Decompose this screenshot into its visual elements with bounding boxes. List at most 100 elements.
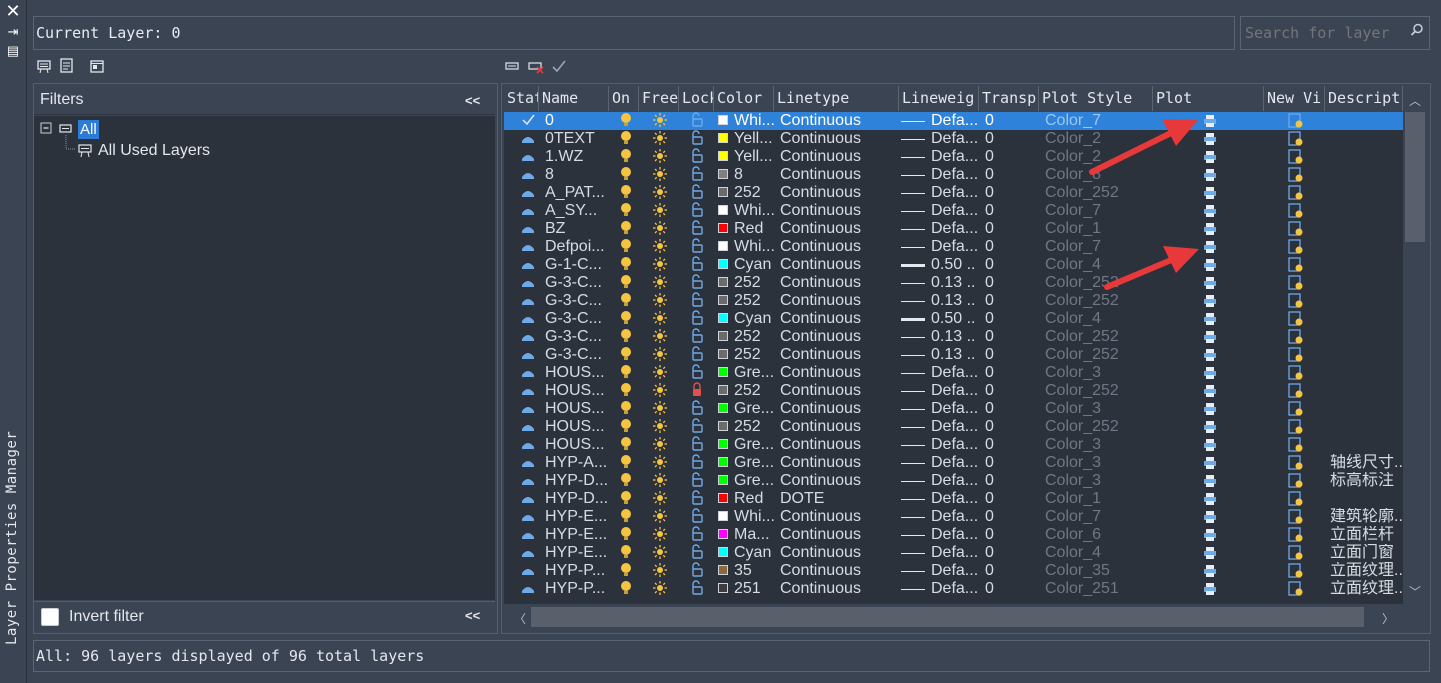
- thaw-sun-icon[interactable]: [652, 580, 668, 601]
- table-row[interactable]: G-3-C... 252 Continuous 0.13 ... 0 Color_252: [504, 292, 1403, 310]
- layer-color-name[interactable]: Gre...: [734, 472, 774, 490]
- layer-linetype[interactable]: Continuous: [780, 166, 896, 184]
- layer-name[interactable]: A_PAT...: [545, 184, 607, 202]
- layer-name[interactable]: HYP-P...: [545, 562, 607, 580]
- layer-plot-style[interactable]: Color_2: [1045, 148, 1149, 166]
- table-row[interactable]: HYP-D... Red DOTE Defa... 0 Color_1: [504, 490, 1403, 508]
- layer-plot-style[interactable]: Color_35: [1045, 562, 1149, 580]
- layer-lineweight[interactable]: Defa...: [931, 382, 977, 400]
- table-row[interactable]: 0TEXT Yell... Continuous Defa... 0 Color_2: [504, 130, 1403, 148]
- column-header-name[interactable]: Name: [539, 86, 609, 111]
- layer-plot-style[interactable]: Color_252: [1045, 328, 1149, 346]
- layer-plot-style[interactable]: Color_7: [1045, 508, 1149, 526]
- layer-color-name[interactable]: 252: [734, 292, 774, 310]
- table-row[interactable]: HYP-P... 251 Continuous Defa... 0 Color_251 立面…: [504, 580, 1403, 598]
- layer-transparency[interactable]: 0: [985, 256, 1035, 274]
- layer-name[interactable]: HOUS...: [545, 400, 607, 418]
- layer-linetype[interactable]: Continuous: [780, 202, 896, 220]
- layer-transparency[interactable]: 0: [985, 220, 1035, 238]
- layer-plot-style[interactable]: Color_8: [1045, 166, 1149, 184]
- layer-color-name[interactable]: 252: [734, 418, 774, 436]
- layer-color-name[interactable]: Yell...: [734, 130, 774, 148]
- layer-plot-style[interactable]: Color_3: [1045, 436, 1149, 454]
- layer-description[interactable]: 立面门窗: [1330, 544, 1402, 562]
- layer-linetype[interactable]: Continuous: [780, 508, 896, 526]
- layer-color-name[interactable]: Cyan: [734, 310, 774, 328]
- layer-plot-style[interactable]: Color_2: [1045, 130, 1149, 148]
- layer-color-name[interactable]: Gre...: [734, 364, 774, 382]
- layer-lineweight[interactable]: Defa...: [931, 580, 977, 598]
- color-swatch[interactable]: [718, 241, 728, 251]
- layer-plot-style[interactable]: Color_3: [1045, 472, 1149, 490]
- color-swatch[interactable]: [718, 223, 728, 233]
- collapse-filters-button[interactable]: <<: [465, 93, 480, 108]
- layer-transparency[interactable]: 0: [985, 148, 1035, 166]
- layer-description[interactable]: 标高标注: [1330, 472, 1402, 490]
- layer-color-name[interactable]: Gre...: [734, 454, 774, 472]
- color-swatch[interactable]: [718, 349, 728, 359]
- layer-lineweight[interactable]: 0.13 ...: [931, 292, 977, 310]
- layer-name[interactable]: HOUS...: [545, 364, 607, 382]
- layer-linetype[interactable]: Continuous: [780, 526, 896, 544]
- layer-name[interactable]: HYP-D...: [545, 472, 607, 490]
- layer-transparency[interactable]: 0: [985, 562, 1035, 580]
- layer-plot-style[interactable]: Color_3: [1045, 364, 1149, 382]
- close-icon[interactable]: ✕: [5, 2, 21, 20]
- layer-lineweight[interactable]: Defa...: [931, 436, 977, 454]
- column-header-color[interactable]: Color: [714, 86, 774, 111]
- layer-plot-style[interactable]: Color_252: [1045, 274, 1149, 292]
- layer-transparency[interactable]: 0: [985, 202, 1035, 220]
- layer-transparency[interactable]: 0: [985, 490, 1035, 508]
- color-swatch[interactable]: [718, 403, 728, 413]
- layer-name[interactable]: HOUS...: [545, 382, 607, 400]
- layer-lineweight[interactable]: Defa...: [931, 202, 977, 220]
- layer-linetype[interactable]: Continuous: [780, 256, 896, 274]
- search-icon[interactable]: [1410, 23, 1424, 37]
- horizontal-scroll-thumb[interactable]: [531, 607, 1364, 627]
- layer-color-name[interactable]: Gre...: [734, 400, 774, 418]
- table-row[interactable]: G-3-C... Cyan Continuous 0.50 ... 0 Color_4: [504, 310, 1403, 328]
- color-swatch[interactable]: [718, 295, 728, 305]
- layer-description[interactable]: 立面栏杆: [1330, 526, 1402, 544]
- layer-lineweight[interactable]: Defa...: [931, 112, 977, 130]
- layer-lineweight[interactable]: Defa...: [931, 130, 977, 148]
- layer-lineweight[interactable]: Defa...: [931, 238, 977, 256]
- layer-lineweight[interactable]: Defa...: [931, 454, 977, 472]
- layer-linetype[interactable]: Continuous: [780, 418, 896, 436]
- layer-transparency[interactable]: 0: [985, 364, 1035, 382]
- layer-plot-style[interactable]: Color_4: [1045, 310, 1149, 328]
- layer-color-name[interactable]: 35: [734, 562, 774, 580]
- layer-color-name[interactable]: Red: [734, 220, 774, 238]
- table-row[interactable]: A_SY... Whi... Continuous Defa... 0 Color_7: [504, 202, 1403, 220]
- layer-color-name[interactable]: Red: [734, 490, 774, 508]
- layer-linetype[interactable]: Continuous: [780, 400, 896, 418]
- column-header-plot[interactable]: Plot: [1153, 86, 1264, 111]
- layer-color-name[interactable]: Ma...: [734, 526, 774, 544]
- layer-plot-style[interactable]: Color_3: [1045, 454, 1149, 472]
- layer-linetype[interactable]: Continuous: [780, 580, 896, 598]
- color-swatch[interactable]: [718, 277, 728, 287]
- layer-lineweight[interactable]: Defa...: [931, 148, 977, 166]
- column-header-new-vi[interactable]: New Vi: [1264, 86, 1325, 111]
- color-swatch[interactable]: [718, 583, 728, 593]
- layer-linetype[interactable]: Continuous: [780, 220, 896, 238]
- layer-linetype[interactable]: DOTE: [780, 490, 896, 508]
- layer-lineweight[interactable]: 0.13 ...: [931, 274, 977, 292]
- layer-plot-style[interactable]: Color_4: [1045, 544, 1149, 562]
- table-row[interactable]: G-3-C... 252 Continuous 0.13 ... 0 Color_252: [504, 274, 1403, 292]
- color-swatch[interactable]: [718, 187, 728, 197]
- new-layer-icon[interactable]: [505, 58, 521, 74]
- column-header-on[interactable]: On: [609, 86, 639, 111]
- layer-lineweight[interactable]: Defa...: [931, 166, 977, 184]
- table-row[interactable]: 0 Whi... Continuous Defa... 0 Color_7: [504, 112, 1403, 130]
- unlock-icon[interactable]: [690, 580, 704, 601]
- table-row[interactable]: BZ Red Continuous Defa... 0 Color_1: [504, 220, 1403, 238]
- table-row[interactable]: HYP-E... Cyan Continuous Defa... 0 Color_4 立面门…: [504, 544, 1403, 562]
- color-swatch[interactable]: [718, 259, 728, 269]
- new-group-filter-icon[interactable]: [59, 58, 75, 74]
- layer-transparency[interactable]: 0: [985, 544, 1035, 562]
- invert-filter-checkbox[interactable]: [41, 608, 59, 626]
- column-header-linetype[interactable]: Linetype: [774, 86, 899, 111]
- layer-description[interactable]: 立面纹理...: [1330, 562, 1402, 580]
- layer-name[interactable]: Defpoi...: [545, 238, 607, 256]
